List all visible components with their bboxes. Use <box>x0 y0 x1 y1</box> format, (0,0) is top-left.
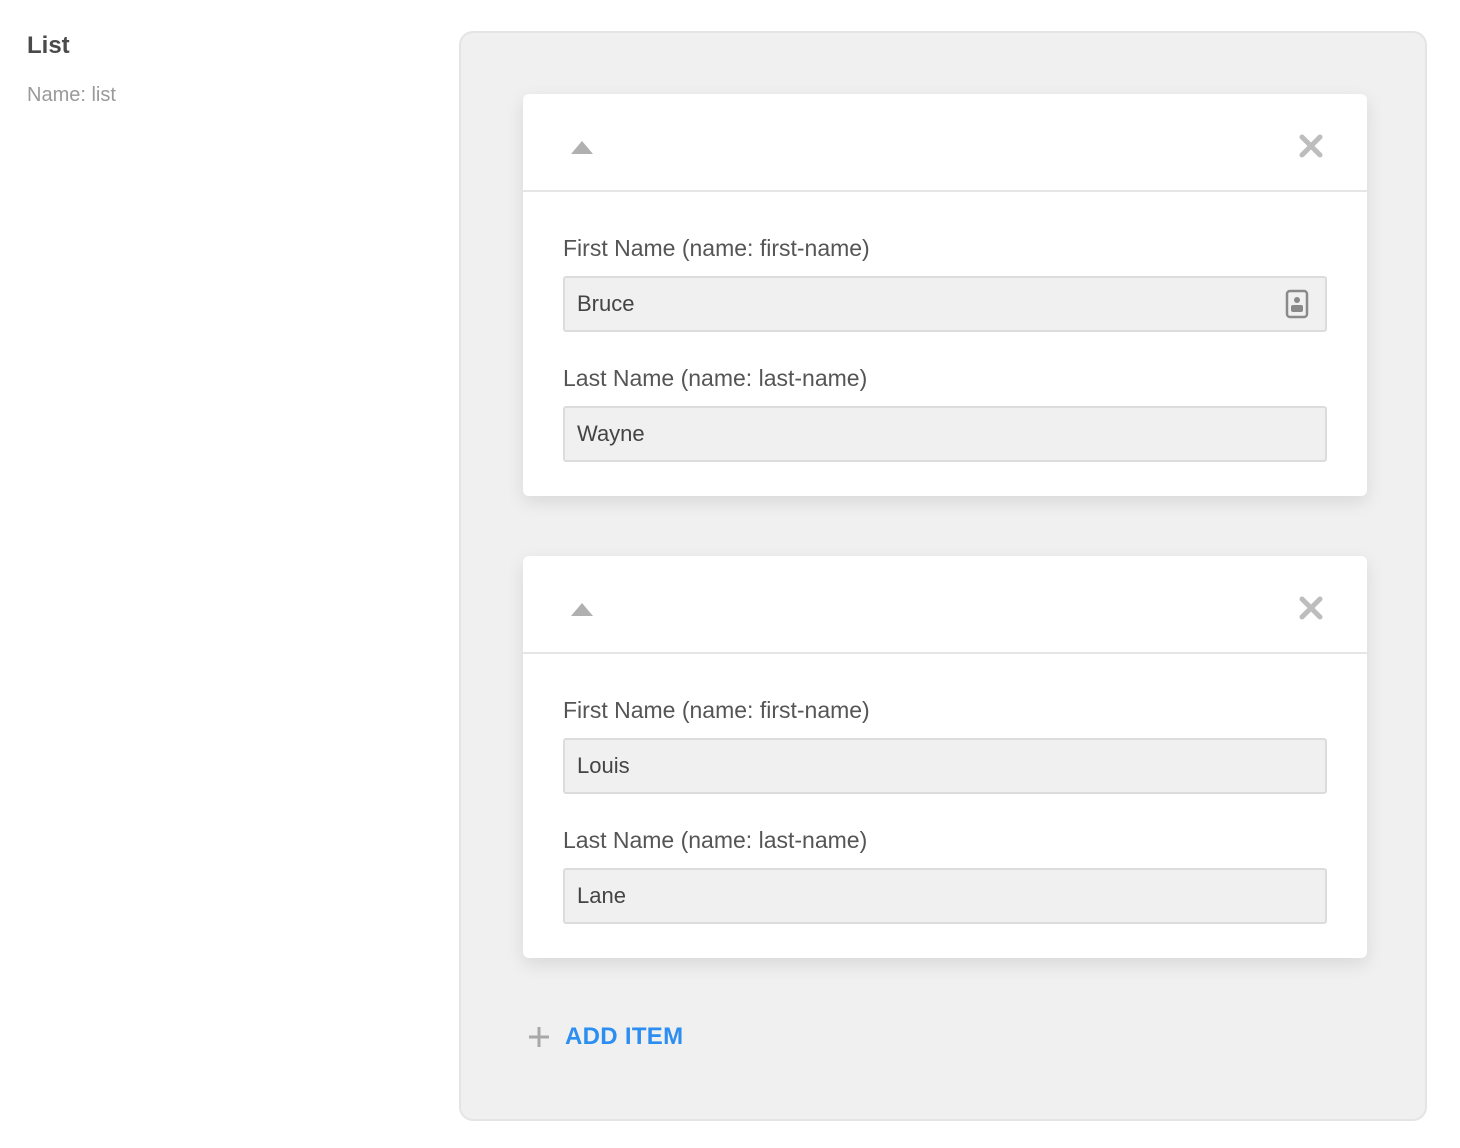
first-name-field-wrap <box>563 738 1327 794</box>
last-name-label: Last Name (name: last-name) <box>563 827 868 853</box>
field-subtitle: Name: list <box>27 84 116 106</box>
close-icon[interactable] <box>1297 132 1325 160</box>
add-item-button[interactable]: ADD ITEM <box>527 1023 683 1051</box>
last-name-field-wrap <box>563 868 1327 924</box>
list-item-card: First Name (name: first-name) Last Name … <box>523 94 1367 496</box>
first-name-field-wrap <box>563 276 1327 332</box>
field-meta: List Name: list <box>27 30 116 109</box>
item-card-header <box>523 556 1367 654</box>
last-name-input[interactable] <box>563 406 1327 462</box>
last-name-field-wrap <box>563 406 1327 462</box>
list-item-card: First Name (name: first-name) Last Name … <box>523 556 1367 958</box>
chevron-up-icon[interactable] <box>567 132 597 162</box>
first-name-label: First Name (name: first-name) <box>563 235 870 261</box>
field-title: List <box>27 32 70 59</box>
page: List Name: list First Name (name: first-… <box>0 0 1460 1148</box>
first-name-input[interactable] <box>563 276 1327 332</box>
first-name-label: First Name (name: first-name) <box>563 697 870 723</box>
first-name-input[interactable] <box>563 738 1327 794</box>
item-card-header <box>523 94 1367 192</box>
contact-card-icon[interactable] <box>1285 289 1309 319</box>
plus-icon <box>529 1027 549 1047</box>
item-card-body: First Name (name: first-name) Last Name … <box>523 192 1367 462</box>
chevron-up-icon[interactable] <box>567 594 597 624</box>
add-item-label: ADD ITEM <box>565 1023 684 1050</box>
list-panel: First Name (name: first-name) Last Name … <box>459 31 1427 1121</box>
item-card-body: First Name (name: first-name) Last Name … <box>523 654 1367 924</box>
last-name-label: Last Name (name: last-name) <box>563 365 868 391</box>
close-icon[interactable] <box>1297 594 1325 622</box>
last-name-input[interactable] <box>563 868 1327 924</box>
